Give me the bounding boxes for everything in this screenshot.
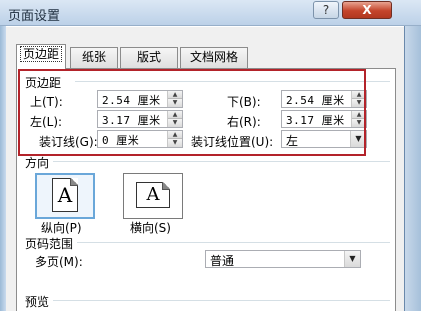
bottom-margin-spinner[interactable]: 2.54 厘米 ▲ ▼ [281, 90, 367, 108]
top-margin-value: 2.54 厘米 [102, 94, 161, 107]
tab-panel-margins: 页边距 上(T): 2.54 厘米 ▲ ▼ 下(B): 2.54 厘米 ▲ ▼ … [16, 68, 396, 311]
landscape-label[interactable]: 横向(S) [130, 219, 171, 236]
margins-section-title: 页边距 [25, 76, 62, 90]
gutter-position-value: 左 [286, 134, 299, 148]
landscape-glyph: A [146, 184, 160, 205]
tab-margins[interactable]: 页边距 [16, 44, 66, 69]
bottom-margin-down-icon[interactable]: ▼ [352, 99, 366, 107]
gutter-label: 装订线(G): [39, 135, 98, 149]
left-margin-label: 左(L): [30, 115, 63, 129]
portrait-fold-icon [70, 178, 78, 186]
top-margin-down-icon[interactable]: ▼ [168, 99, 182, 107]
gutter-position-select[interactable]: 左 ▼ [281, 130, 367, 148]
preview-section-title: 预览 [25, 295, 50, 309]
gutter-down-icon[interactable]: ▼ [168, 139, 182, 147]
multiple-pages-label: 多页(M): [35, 255, 83, 269]
tab-document-grid[interactable]: 文档网格 [180, 47, 248, 68]
gutter-spin-buttons: ▲ ▼ [167, 131, 182, 147]
margins-divider [75, 81, 390, 82]
pages-divider [77, 242, 390, 243]
right-margin-value: 3.17 厘米 [286, 114, 345, 127]
right-margin-up-icon[interactable]: ▲ [352, 111, 366, 119]
portrait-option[interactable]: A [35, 173, 95, 219]
dialog-title: 页面设置 [8, 9, 61, 24]
orientation-section-title: 方向 [25, 156, 50, 170]
tab-margins-label: 页边距 [19, 46, 62, 62]
gutter-position-label: 装订线位置(U): [191, 135, 274, 149]
landscape-option[interactable]: A [123, 173, 183, 219]
gutter-spinner[interactable]: 0 厘米 ▲ ▼ [97, 130, 183, 148]
left-margin-value: 3.17 厘米 [102, 114, 161, 127]
gutter-up-icon[interactable]: ▲ [168, 131, 182, 139]
preview-divider [53, 300, 390, 301]
right-margin-spin-buttons: ▲ ▼ [351, 111, 366, 127]
right-margin-down-icon[interactable]: ▼ [352, 119, 366, 127]
orientation-divider [53, 161, 390, 162]
left-margin-up-icon[interactable]: ▲ [168, 111, 182, 119]
multiple-pages-select[interactable]: 普通 ▼ [205, 250, 361, 268]
landscape-page-icon: A [136, 182, 170, 208]
close-button[interactable]: X [342, 1, 392, 19]
help-button[interactable]: ? [313, 1, 339, 19]
tab-layout[interactable]: 版式 [120, 47, 178, 68]
multiple-pages-value: 普通 [210, 254, 235, 268]
pages-section-title: 页码范围 [25, 237, 74, 251]
top-margin-label: 上(T): [30, 95, 63, 109]
bottom-margin-value: 2.54 厘米 [286, 94, 345, 107]
portrait-glyph: A [57, 183, 73, 207]
title-bar: 页面设置 ? X [0, 0, 421, 26]
top-margin-up-icon[interactable]: ▲ [168, 91, 182, 99]
bottom-margin-up-icon[interactable]: ▲ [352, 91, 366, 99]
right-margin-spinner[interactable]: 3.17 厘米 ▲ ▼ [281, 110, 367, 128]
chevron-down-icon[interactable]: ▼ [344, 251, 360, 267]
top-margin-spin-buttons: ▲ ▼ [167, 91, 182, 107]
top-margin-spinner[interactable]: 2.54 厘米 ▲ ▼ [97, 90, 183, 108]
left-margin-down-icon[interactable]: ▼ [168, 119, 182, 127]
bottom-margin-label: 下(B): [227, 95, 261, 109]
bottom-margin-spin-buttons: ▲ ▼ [351, 91, 366, 107]
chevron-down-icon[interactable]: ▼ [350, 131, 366, 147]
gutter-value: 0 厘米 [102, 134, 140, 147]
right-margin-label: 右(R): [227, 115, 261, 129]
left-margin-spin-buttons: ▲ ▼ [167, 111, 182, 127]
window-frame-right [404, 0, 421, 311]
dialog-body: 页边距 纸张 版式 文档网格 页边距 上(T): 2.54 厘米 ▲ ▼ 下(B… [6, 27, 404, 311]
portrait-label[interactable]: 纵向(P) [41, 219, 82, 236]
tab-paper[interactable]: 纸张 [70, 47, 118, 68]
portrait-page-icon: A [52, 178, 78, 212]
landscape-fold-icon [162, 182, 170, 190]
left-margin-spinner[interactable]: 3.17 厘米 ▲ ▼ [97, 110, 183, 128]
